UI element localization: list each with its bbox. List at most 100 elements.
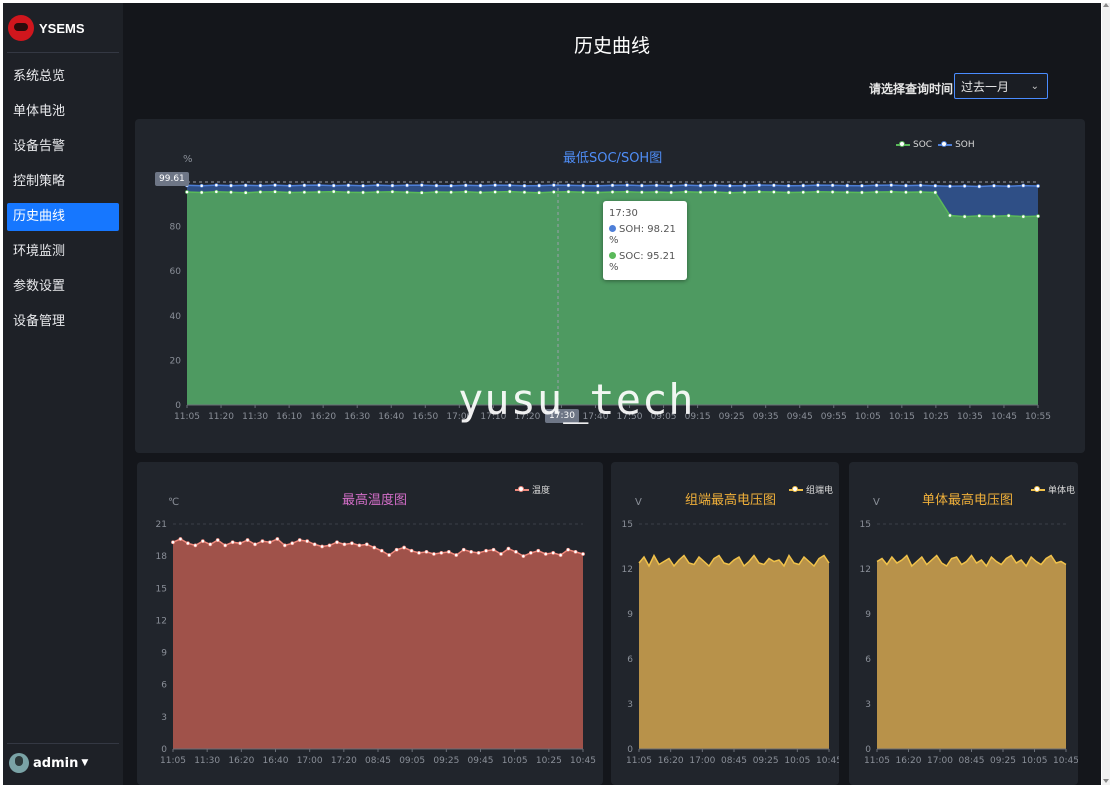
user-name: admin bbox=[33, 755, 79, 771]
x-tick-label-24: 10:45 bbox=[991, 412, 1017, 422]
y-tick-label-4: 80 bbox=[170, 223, 182, 233]
data-point-1-17 bbox=[434, 183, 439, 188]
data-point-0-55 bbox=[992, 214, 996, 219]
data-point-1-46 bbox=[860, 183, 864, 188]
sidebar-item-parameters[interactable]: 参数设置 bbox=[7, 273, 119, 301]
data-point-0-39 bbox=[757, 189, 762, 194]
x-tick-label-5: 10:05 bbox=[1022, 756, 1048, 766]
temperature-y-unit: ℃ bbox=[168, 497, 180, 508]
y-tick-label-0: 0 bbox=[161, 745, 167, 755]
time-range-select[interactable]: 过去一月 ⌄ bbox=[954, 73, 1048, 99]
logo[interactable]: YSEMS bbox=[8, 13, 85, 43]
x-tick-label-0: 11:05 bbox=[174, 412, 200, 422]
legend-cell-voltage[interactable]: 单体电 bbox=[1031, 483, 1075, 496]
y-tick-label-1: 3 bbox=[865, 700, 871, 710]
group-voltage-chart[interactable]: 0 3 6 9 12 15 11:05 16:20 17:00 08:45 09:25 10:05 10… bbox=[611, 462, 839, 785]
data-point-0-46 bbox=[860, 190, 864, 195]
data-point-0-16 bbox=[290, 541, 295, 546]
temperature-chart[interactable]: 0 3 6 9 12 15 18 21 11:05 11:30 16:20 16:40 17:00 17:… bbox=[137, 462, 603, 785]
x-tick-label-4: 16:20 bbox=[310, 412, 336, 422]
temperature-legend: 温度 bbox=[509, 483, 550, 496]
data-point-1-13 bbox=[375, 183, 380, 188]
group-voltage-chart-panel: 0 3 6 9 12 15 11:05 16:20 17:00 08:45 09:25 10:05 10… bbox=[611, 462, 839, 785]
data-point-0-10 bbox=[245, 538, 250, 542]
data-point-0-41 bbox=[786, 190, 791, 195]
legend-soc[interactable]: SOC bbox=[896, 140, 932, 150]
data-point-1-19 bbox=[463, 183, 468, 188]
x-tick-label-3: 08:45 bbox=[721, 756, 747, 766]
data-point-0-38 bbox=[454, 553, 459, 557]
y-tick-label-2: 6 bbox=[865, 655, 871, 665]
legend-group-voltage[interactable]: 组端电 bbox=[789, 483, 833, 496]
x-tick-label-4: 09:25 bbox=[753, 756, 779, 766]
cell-voltage-y-unit: V bbox=[873, 497, 880, 508]
data-point-1-1 bbox=[199, 183, 204, 188]
data-point-0-23 bbox=[522, 190, 527, 195]
y-tick-label-2: 40 bbox=[170, 312, 182, 322]
y-tick-label-1: 20 bbox=[170, 356, 182, 366]
data-point-0-54 bbox=[977, 213, 982, 218]
data-point-0-17 bbox=[434, 190, 439, 194]
data-point-1-42 bbox=[801, 183, 806, 188]
legend-temperature-marker bbox=[515, 485, 529, 492]
data-point-0-19 bbox=[312, 542, 317, 547]
y-tick-label-4: 12 bbox=[860, 565, 871, 575]
x-tick-label-5: 17:20 bbox=[331, 756, 357, 766]
data-point-0-41 bbox=[476, 551, 481, 555]
data-point-0-24 bbox=[537, 190, 542, 195]
sidebar-item-control-strategy[interactable]: 控制策略 bbox=[7, 168, 119, 196]
data-point-0-22 bbox=[507, 189, 512, 194]
data-point-1-35 bbox=[698, 183, 703, 188]
data-point-0-48 bbox=[889, 189, 894, 194]
data-point-1-48 bbox=[889, 183, 894, 188]
data-point-0-12 bbox=[260, 539, 265, 544]
data-point-0-52 bbox=[948, 213, 952, 218]
x-tick-label-18: 09:45 bbox=[787, 412, 813, 422]
data-point-0-4 bbox=[200, 539, 205, 544]
sidebar-item-overview[interactable]: 系统总览 bbox=[7, 63, 119, 91]
tooltip-soh: SOH: 98.21 % bbox=[609, 224, 676, 246]
data-point-0-42 bbox=[801, 190, 806, 195]
y-tick-label-7: 21 bbox=[156, 520, 167, 530]
cell-voltage-chart-panel: 0 3 6 9 12 15 11:05 16:20 17:00 08:45 09:25 10:05 10… bbox=[849, 462, 1078, 785]
data-point-0-0 bbox=[171, 540, 175, 545]
legend-temperature[interactable]: 温度 bbox=[515, 483, 550, 496]
soc-soh-legend: SOC SOH bbox=[890, 140, 975, 150]
x-tick-label-3: 16:10 bbox=[276, 412, 302, 422]
user-menu[interactable]: admin ▼ bbox=[9, 753, 88, 773]
data-point-0-51 bbox=[551, 551, 556, 555]
sidebar-item-alarms[interactable]: 设备告警 bbox=[7, 133, 119, 161]
data-point-1-11 bbox=[346, 183, 351, 188]
cell-voltage-chart[interactable]: 0 3 6 9 12 15 11:05 16:20 17:00 08:45 09:25 10:05 10… bbox=[849, 462, 1078, 785]
data-point-1-55 bbox=[992, 183, 996, 188]
x-tick-label-11: 10:25 bbox=[536, 756, 562, 766]
sidebar-item-environment[interactable]: 环境监测 bbox=[7, 238, 119, 266]
data-point-0-15 bbox=[405, 190, 409, 195]
sidebar-item-history-curves[interactable]: 历史曲线 bbox=[7, 203, 119, 231]
sidebar-item-device-management[interactable]: 设备管理 bbox=[7, 308, 119, 336]
legend-cell-voltage-marker bbox=[1031, 485, 1045, 492]
data-point-0-16 bbox=[419, 190, 424, 195]
sidebar-item-cell-battery[interactable]: 单体电池 bbox=[7, 98, 119, 126]
data-point-0-23 bbox=[342, 542, 347, 547]
data-point-0-37 bbox=[446, 549, 451, 554]
data-point-0-18 bbox=[305, 539, 310, 544]
data-point-1-18 bbox=[449, 183, 454, 188]
data-point-1-30 bbox=[625, 183, 630, 188]
legend-soh[interactable]: SOH bbox=[938, 140, 975, 150]
data-point-0-24 bbox=[350, 541, 354, 546]
data-point-0-40 bbox=[771, 190, 776, 194]
data-point-1-32 bbox=[654, 183, 659, 188]
time-range-label: 请选择查询时间: bbox=[869, 82, 958, 96]
data-point-1-34 bbox=[683, 183, 688, 188]
legend-soc-label: SOC bbox=[913, 140, 933, 150]
x-tick-label-7: 16:50 bbox=[412, 412, 438, 422]
data-point-1-2 bbox=[214, 183, 219, 188]
data-point-1-16 bbox=[419, 183, 424, 188]
y-tick-label-0: 0 bbox=[627, 745, 633, 755]
series-area-温度 bbox=[173, 539, 583, 749]
chevron-down-icon: ⌄ bbox=[1030, 81, 1039, 92]
vertical-scrollbar[interactable] bbox=[1102, 3, 1110, 785]
data-point-0-32 bbox=[654, 190, 659, 194]
data-point-1-22 bbox=[507, 183, 512, 188]
